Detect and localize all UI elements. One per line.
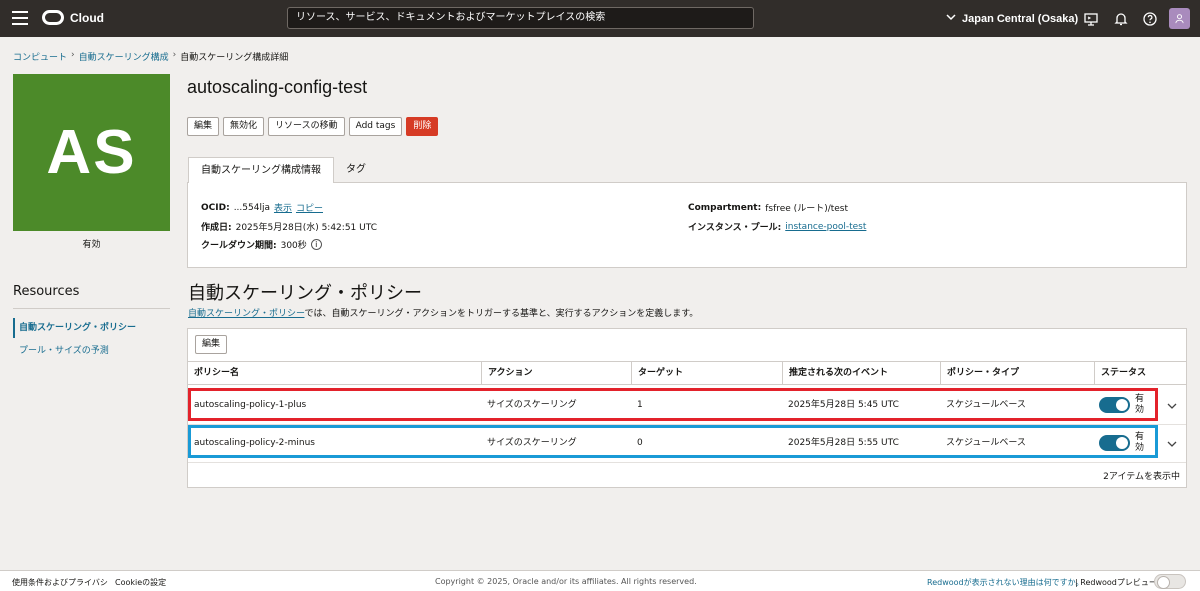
compartment-label: Compartment: [688,202,762,213]
cooldown-row: クールダウン期間: 300秒 i [201,238,322,251]
region-label: Japan Central (Osaka) [962,12,1079,25]
copyright-text: Copyright © 2025, Oracle and/or its affi… [435,577,697,586]
policies-doc-link[interactable]: 自動スケーリング・ポリシー [188,309,304,319]
row-divider [188,462,1186,463]
column-header-status[interactable]: ステータス [1094,362,1186,385]
oracle-logo-icon [42,10,64,25]
tab-config-info[interactable]: 自動スケーリング構成情報 [188,157,334,183]
breadcrumb-autoscaling-configs[interactable]: 自動スケーリング構成 [79,50,169,63]
compartment-row: Compartment: fsfree (ルート)/test [688,201,849,215]
chevron-down-icon[interactable] [1165,437,1179,451]
cookie-settings-link[interactable]: Cookieの設定 [115,577,166,588]
created-label: 作成日: [201,223,232,233]
breadcrumb-separator: › [71,50,75,60]
sidebar-item-pool-size-forecast[interactable]: プール・サイズの予測 [13,341,170,361]
sidebar-item-autoscaling-policies[interactable]: 自動スケーリング・ポリシー [13,318,170,338]
oracle-cloud-logo[interactable]: Cloud [42,10,104,25]
info-panel: OCID: ...554lja 表示 コピー 作成日: 2025年5月28日(水… [187,182,1187,268]
cooldown-value: 300秒 [280,241,307,251]
help-icon[interactable] [1142,11,1158,27]
breadcrumb-current: 自動スケーリング構成詳細 [180,53,289,63]
ocid-row: OCID: ...554lja 表示 コピー [201,201,323,215]
redwood-preview-label: | Redwoodプレビュー [1075,578,1157,587]
edit-button[interactable]: 編集 [187,117,220,136]
resource-status: 有効 [82,240,101,250]
highlight-box-red [188,388,1158,421]
cloud-shell-icon[interactable] [1083,11,1099,27]
resources-nav: 自動スケーリング・ポリシー プール・サイズの予測 [13,318,170,364]
region-selector[interactable]: Japan Central (Osaka) [946,12,1078,25]
instance-pool-row: インスタンス・プール: instance-pool-test [688,220,866,234]
resources-heading: Resources [13,284,80,299]
user-icon [1175,14,1184,24]
logo-text: Cloud [70,10,104,25]
tabs: 自動スケーリング構成情報 タグ [188,157,378,183]
disable-button[interactable]: 無効化 [223,117,265,136]
policies-heading: 自動スケーリング・ポリシー [188,283,422,303]
ocid-show-link[interactable]: 表示 [274,201,292,214]
chevron-down-icon [946,12,956,25]
edit-policies-button[interactable]: 編集 [195,335,228,354]
resource-icon-tile: AS [13,74,170,231]
chevron-down-icon[interactable] [1165,399,1179,413]
info-icon[interactable]: i [310,239,322,250]
breadcrumb: コンピュート › 自動スケーリング構成 › 自動スケーリング構成詳細 [13,50,288,63]
top-bar: Cloud リソース、サービス、ドキュメントおよびマーケットプレイスの検索 Ja… [0,0,1200,37]
global-search-input[interactable]: リソース、サービス、ドキュメントおよびマーケットプレイスの検索 [287,7,754,29]
page-title: autoscaling-config-test [187,77,368,97]
column-header-next-event[interactable]: 推定される次のイベント [782,362,940,385]
compartment-value: fsfree (ルート)/test [765,204,849,214]
user-avatar[interactable] [1169,8,1190,29]
policies-description: 自動スケーリング・ポリシーでは、自動スケーリング・アクションをトリガーする基準と… [188,306,698,319]
breadcrumb-separator: › [172,50,177,60]
policies-description-text: では、自動スケーリング・アクションをトリガーする基準と、実行するアクションを定義… [304,309,699,319]
created-row: 作成日: 2025年5月28日(水) 5:42:51 UTC [201,220,377,233]
column-header-policy-type[interactable]: ポリシー・タイプ [940,362,1094,385]
ocid-value: ...554lja [233,202,270,213]
ocid-copy-link[interactable]: コピー [296,201,323,214]
instance-pool-label: インスタンス・プール: [688,223,782,233]
redwood-preview-toggle[interactable] [1154,574,1186,589]
created-value: 2025年5月28日(水) 5:42:51 UTC [235,223,377,233]
column-header-target[interactable]: ターゲット [631,362,782,385]
hamburger-menu-icon[interactable] [12,11,28,25]
page-footer: 使用条件およびプライバシ Cookieの設定 Copyright © 2025,… [0,570,1200,591]
table-header: ポリシー名 アクション ターゲット 推定される次のイベント ポリシー・タイプ ス… [188,361,1186,385]
column-header-action[interactable]: アクション [481,362,631,385]
table-item-count: 2アイテムを表示中 [1103,472,1180,482]
instance-pool-link[interactable]: instance-pool-test [785,222,866,232]
column-header-policy-name[interactable]: ポリシー名 [188,362,481,385]
notifications-bell-icon[interactable] [1113,11,1129,27]
resources-divider [13,308,170,309]
add-tags-button[interactable]: Add tags [348,117,403,136]
breadcrumb-compute[interactable]: コンピュート [13,50,67,63]
terms-privacy-link[interactable]: 使用条件およびプライバシ [12,577,108,588]
move-resource-button[interactable]: リソースの移動 [268,117,345,136]
delete-button[interactable]: 削除 [406,117,439,136]
redwood-why-link[interactable]: Redwoodが表示されない理由は何ですか。 [927,577,1083,588]
cooldown-label: クールダウン期間: [201,241,277,251]
ocid-label: OCID: [201,202,230,213]
action-buttons: 編集 無効化 リソースの移動 Add tags 削除 [187,117,439,136]
tab-tags[interactable]: タグ [334,157,378,183]
table-toolbar: 編集 [195,335,228,354]
highlight-box-blue [188,425,1158,458]
